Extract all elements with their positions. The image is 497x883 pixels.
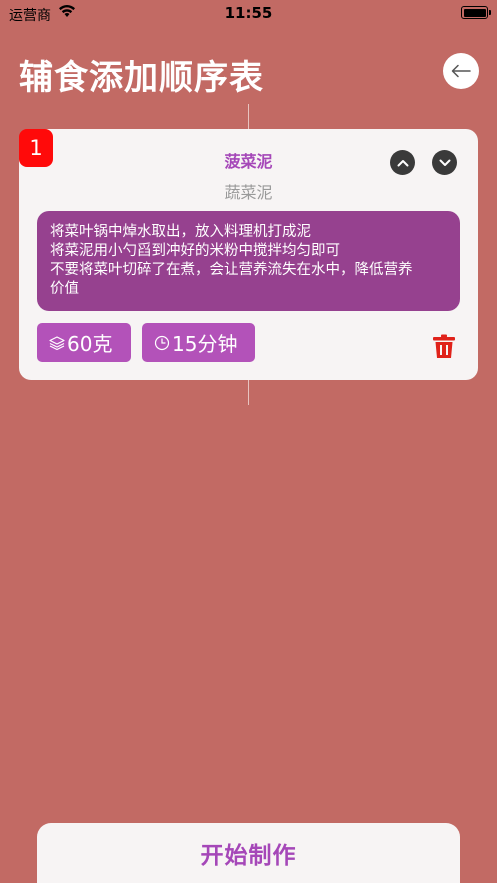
food-category: 蔬菜泥 — [224, 183, 273, 202]
preparation-steps: 将菜叶锅中焯水取出，放入料理机打成泥 将菜泥用小勺舀到冲好的米粉中搅拌均匀即可 … — [37, 211, 460, 311]
arrow-left-icon — [451, 64, 471, 78]
step-line: 不要将菜叶切碎了在煮，会让营养流失在水中，降低营养 — [50, 262, 413, 278]
move-up-button[interactable] — [390, 150, 415, 175]
timeline-connector-top — [248, 104, 249, 129]
weight-chip: 60克 — [37, 323, 131, 362]
layers-icon — [49, 335, 65, 350]
chevron-up-icon — [397, 159, 408, 166]
time-chip: 15分钟 — [142, 323, 255, 362]
start-cooking-button[interactable]: 开始制作 — [37, 823, 460, 883]
chevron-down-icon — [439, 159, 450, 166]
time-value: 15分钟 — [172, 332, 238, 356]
clock-time: 11:55 — [224, 4, 273, 22]
weight-value: 60克 — [67, 332, 113, 356]
status-bar: 运营商 11:55 — [0, 0, 497, 26]
step-line: 将菜泥用小勺舀到冲好的米粉中搅拌均匀即可 — [50, 243, 340, 259]
battery-icon — [461, 6, 491, 19]
move-down-button[interactable] — [432, 150, 457, 175]
step-line: 价值 — [50, 281, 79, 297]
timeline-connector-bottom — [248, 380, 249, 405]
page-title: 辅食添加顺序表 — [19, 58, 264, 98]
step-line: 将菜叶锅中焯水取出，放入料理机打成泥 — [50, 224, 311, 240]
trash-icon[interactable] — [432, 334, 456, 359]
food-card: 1 菠菜泥 蔬菜泥 将菜叶锅中焯水取出，放入料理机打成泥 将菜泥用小勺舀到冲好的… — [19, 129, 478, 380]
clock-icon — [154, 335, 170, 350]
back-button[interactable] — [443, 53, 479, 89]
